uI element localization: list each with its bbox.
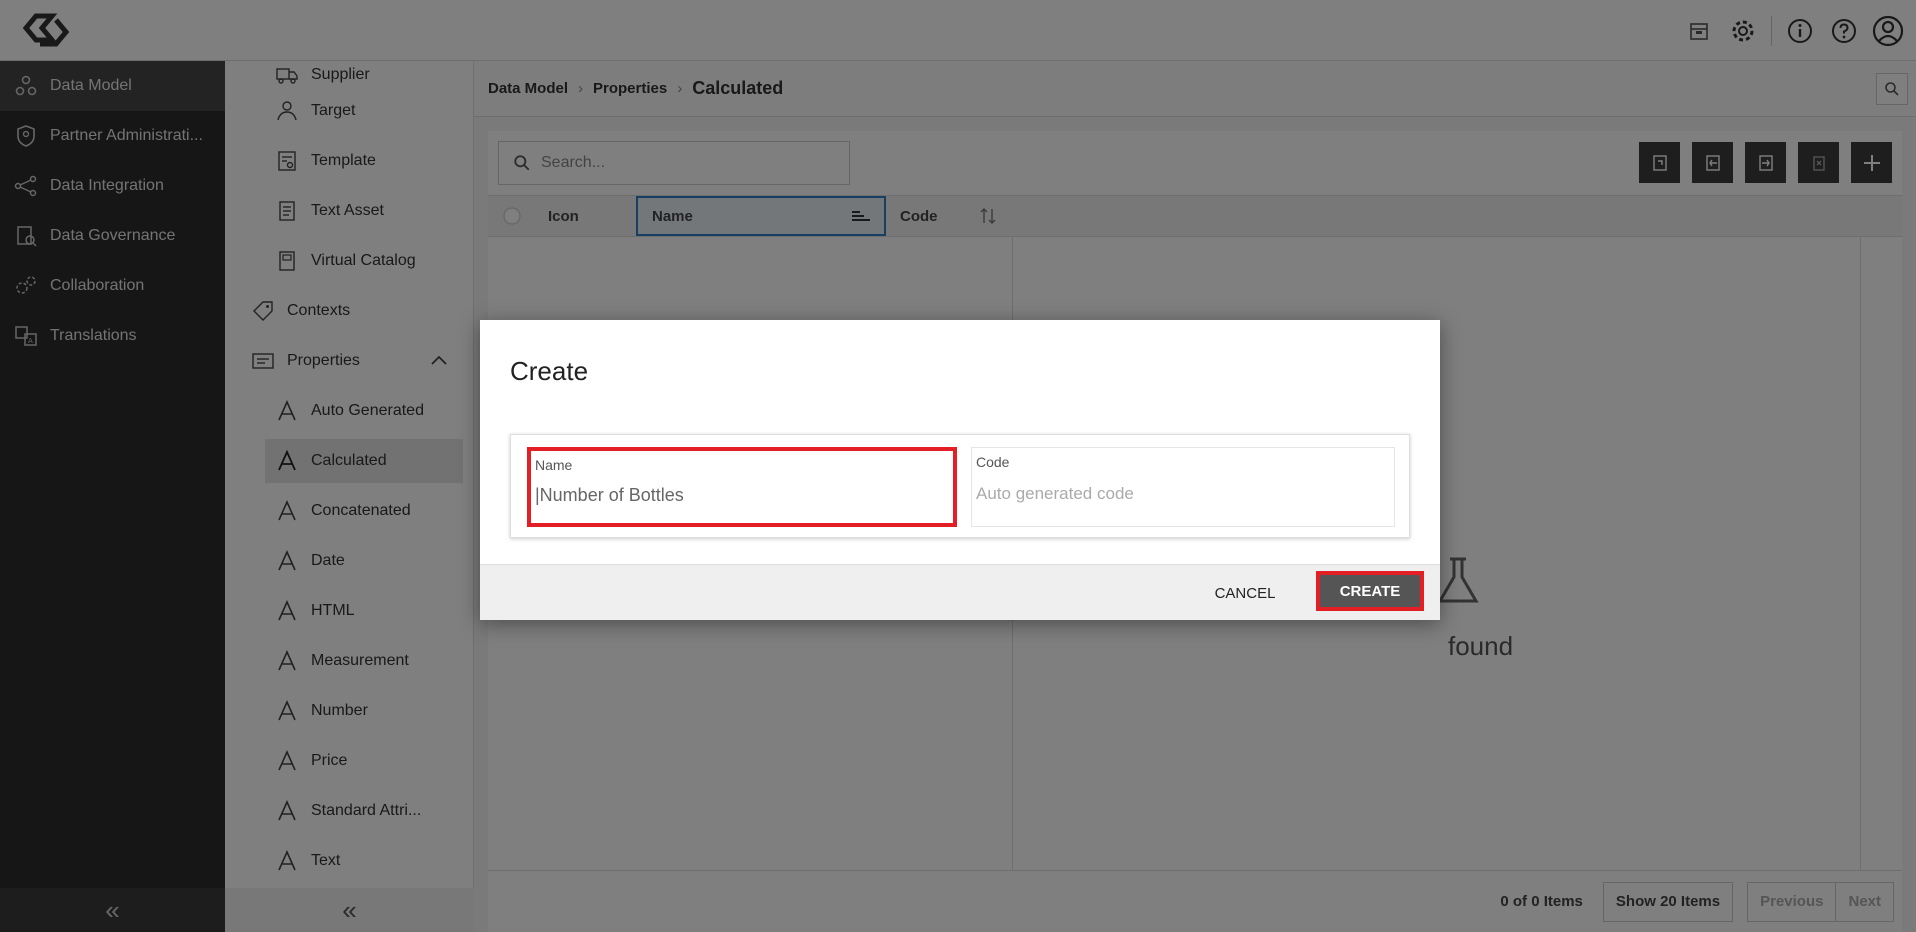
name-field[interactable]: Name |Number of Bottles [527,447,957,527]
dialog-footer: CANCEL CREATE [480,564,1440,620]
name-label: Name [535,457,573,473]
create-dialog: Create Name |Number of Bottles Code Auto… [480,320,1440,620]
cancel-button[interactable]: CANCEL [1198,575,1292,611]
code-label: Code [976,454,1010,470]
create-form: Name |Number of Bottles Code Auto genera… [510,434,1410,538]
dialog-title: Create [510,356,589,386]
create-button[interactable]: CREATE [1316,571,1424,611]
code-input[interactable]: Auto generated code [976,484,1134,504]
name-input[interactable]: |Number of Bottles [535,485,684,506]
code-field[interactable]: Code Auto generated code [971,447,1395,527]
